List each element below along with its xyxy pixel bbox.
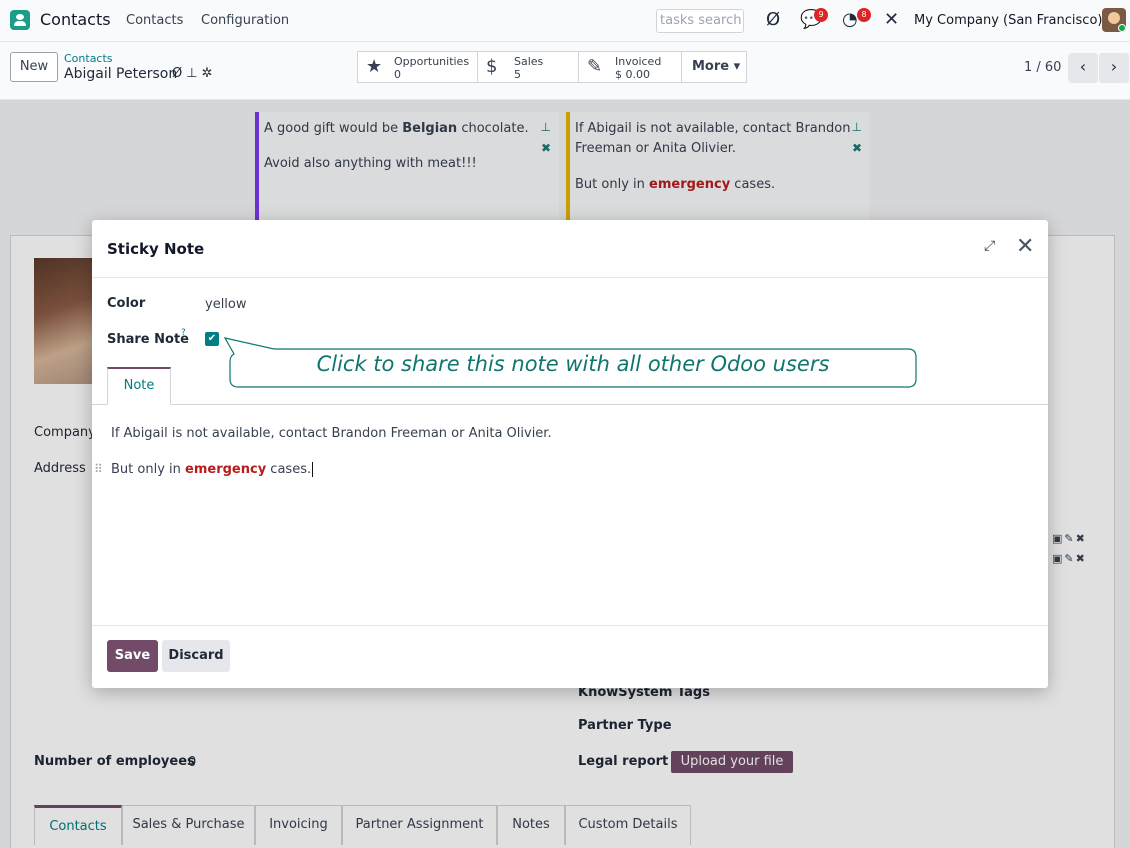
breadcrumb-contacts[interactable]: Contacts: [64, 52, 113, 65]
new-button[interactable]: New: [10, 52, 58, 82]
company-switcher[interactable]: My Company (San Francisco): [914, 13, 1102, 28]
close-icon[interactable]: ✕: [1016, 234, 1034, 259]
record-actions: Ø⊥✲: [172, 66, 216, 81]
smart-button-label: Opportunities: [394, 55, 470, 68]
activities-count-badge: 8: [857, 8, 871, 22]
share-note-checkbox[interactable]: ✔: [205, 332, 219, 346]
pager-previous-button[interactable]: ‹: [1068, 53, 1098, 83]
sticky-notes-icon[interactable]: Ø: [172, 66, 186, 81]
discard-button[interactable]: Discard: [162, 640, 230, 672]
debug-tools-icon[interactable]: ✕: [884, 9, 899, 31]
smart-button-label: Invoiced: [615, 55, 662, 68]
tab-divider: [92, 404, 1048, 405]
messages-count-badge: 9: [814, 8, 828, 22]
pager-value[interactable]: 1 / 60: [1024, 60, 1061, 75]
tasks-search-input[interactable]: tasks search: [656, 9, 744, 33]
expand-icon[interactable]: ⤢: [984, 238, 995, 254]
gear-icon[interactable]: ✲: [202, 66, 217, 81]
smart-button-value: $ 0.00: [615, 68, 650, 81]
contacts-app-icon[interactable]: [10, 10, 30, 30]
note-editor-line[interactable]: If Abigail is not available, contact Bra…: [111, 426, 552, 441]
pager-next-button[interactable]: ›: [1099, 53, 1129, 83]
sales-smart-button[interactable]: $ Sales 5: [477, 51, 579, 83]
app-title[interactable]: Contacts: [40, 10, 111, 29]
control-panel: New Contacts Abigail Peterson Ø⊥✲ ★ Oppo…: [0, 42, 1130, 100]
dialog-title: Sticky Note: [107, 240, 205, 258]
drag-handle-icon[interactable]: ⠿: [94, 462, 103, 476]
odoo-logo-icon[interactable]: Ø: [766, 9, 780, 31]
save-button[interactable]: Save: [107, 640, 158, 672]
edit-invoice-icon: ✎: [587, 56, 603, 77]
online-status-dot: [1118, 24, 1126, 32]
user-avatar[interactable]: [1102, 8, 1126, 32]
menu-contacts[interactable]: Contacts: [126, 13, 183, 28]
header-divider: [92, 277, 1048, 278]
breadcrumb-current-record: Abigail Peterson: [64, 66, 178, 82]
smart-button-label: Sales: [514, 55, 544, 68]
tab-note[interactable]: Note: [107, 367, 171, 405]
tooltip-text: Click to share this note with all other …: [316, 352, 830, 376]
pin-icon[interactable]: ⊥: [186, 66, 201, 81]
share-note-label: Share Note: [107, 332, 189, 347]
more-dropdown-button[interactable]: More ▾: [681, 51, 747, 83]
star-icon: ★: [366, 56, 383, 77]
opportunities-smart-button[interactable]: ★ Opportunities 0: [357, 51, 478, 83]
invoiced-smart-button[interactable]: ✎ Invoiced $ 0.00: [578, 51, 682, 83]
note-editor-line[interactable]: But only in emergency cases.: [111, 462, 314, 477]
help-tooltip-icon[interactable]: ?: [181, 328, 186, 338]
menu-configuration[interactable]: Configuration: [201, 13, 289, 28]
activities-clock-icon[interactable]: ◔: [842, 9, 858, 31]
text-cursor: [312, 462, 314, 477]
smart-button-value: 0: [394, 68, 401, 81]
top-navbar: Contacts Contacts Configuration tasks se…: [0, 0, 1130, 42]
dollar-icon: $: [486, 56, 498, 77]
smart-button-value: 5: [514, 68, 521, 81]
color-label: Color: [107, 296, 146, 311]
sticky-note-dialog: Sticky Note ⤢ ✕ Color yellow Share Note …: [92, 220, 1048, 688]
footer-divider: [92, 625, 1048, 626]
color-field[interactable]: yellow: [205, 297, 247, 312]
